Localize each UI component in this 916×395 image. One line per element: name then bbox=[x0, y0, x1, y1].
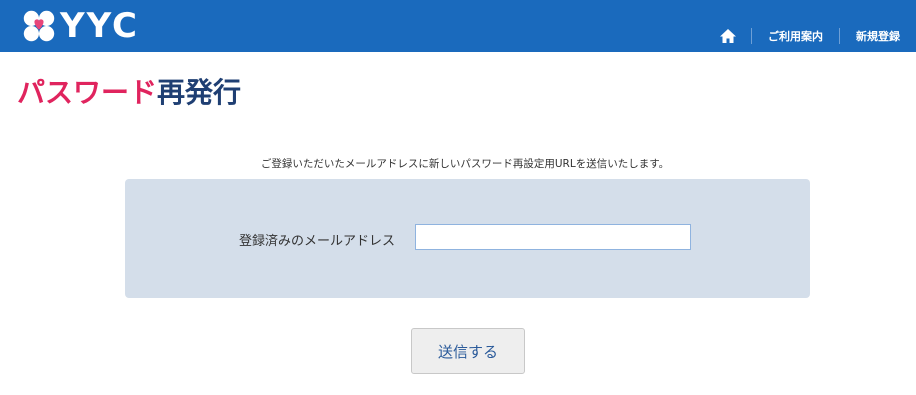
clover-logo-icon bbox=[23, 10, 55, 42]
submit-button[interactable]: 送信する bbox=[411, 328, 525, 374]
home-icon bbox=[720, 29, 736, 43]
email-field-label: 登録済みのメールアドレス bbox=[239, 234, 396, 249]
page-title-highlight: パスワード bbox=[17, 76, 158, 109]
logo-text: YYC bbox=[60, 6, 139, 46]
page-title: パスワード再発行 bbox=[17, 76, 241, 110]
logo[interactable]: YYC bbox=[20, 7, 139, 45]
header-nav: ご利用案内 新規登録 bbox=[718, 24, 916, 48]
email-field[interactable] bbox=[415, 224, 691, 250]
nav-register-link[interactable]: 新規登録 bbox=[840, 28, 916, 44]
home-link[interactable] bbox=[718, 27, 738, 45]
site-header: YYC ご利用案内 新規登録 bbox=[0, 0, 916, 52]
page-title-rest: 再発行 bbox=[157, 76, 242, 109]
page-description: ご登録いただいたメールアドレスに新しいパスワード再設定用URLを送信いたします。 bbox=[260, 158, 670, 170]
nav-guide-link[interactable]: ご利用案内 bbox=[752, 28, 839, 44]
email-form-panel: 登録済みのメールアドレス bbox=[125, 179, 810, 298]
